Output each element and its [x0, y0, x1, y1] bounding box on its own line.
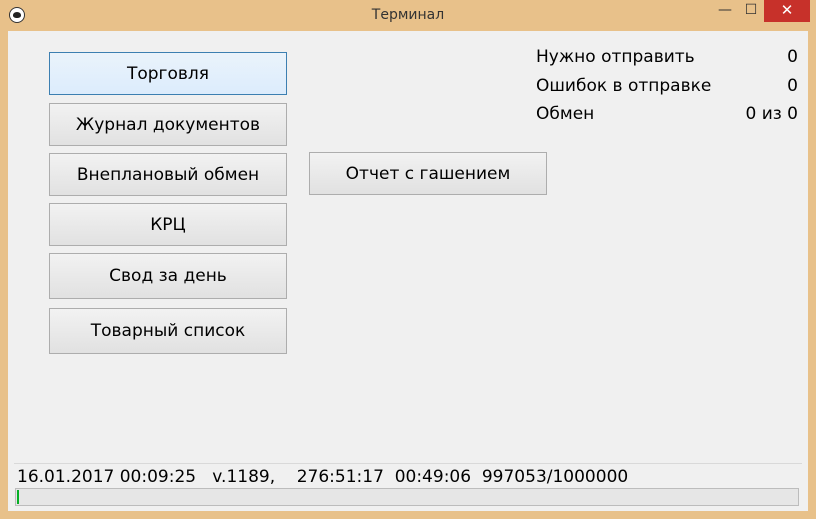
to-send-value: 0: [787, 47, 798, 67]
z-report-button[interactable]: Отчет с гашением: [309, 152, 547, 195]
status-text: 16.01.2017 00:09:25 v.1189, 276:51:17 00…: [17, 467, 629, 487]
goods-list-button[interactable]: Товарный список: [49, 308, 287, 354]
send-errors-value: 0: [787, 76, 798, 96]
main-panel: Торговля Журнал документов Внеплановый о…: [8, 31, 808, 511]
to-send-label: Нужно отправить: [536, 47, 695, 67]
app-window: Терминал — ☐ ✕ Торговля Журнал документо…: [0, 0, 816, 519]
exchange-label: Обмен: [536, 104, 595, 124]
progress-fill: [17, 490, 19, 504]
krc-button[interactable]: КРЦ: [49, 203, 287, 246]
day-summary-button[interactable]: Свод за день: [49, 253, 287, 299]
maximize-button[interactable]: ☐: [738, 0, 764, 22]
journal-button[interactable]: Журнал документов: [49, 103, 287, 146]
exchange-value: 0 из 0: [745, 104, 798, 124]
minimize-button[interactable]: —: [712, 0, 738, 22]
trade-button[interactable]: Торговля: [49, 52, 287, 95]
unplanned-exchange-button[interactable]: Внеплановый обмен: [49, 153, 287, 196]
progress-bar: [15, 488, 799, 506]
status-panel: 16.01.2017 00:09:25 v.1189, 276:51:17 00…: [14, 463, 802, 510]
window-title: Терминал: [371, 7, 445, 23]
close-button[interactable]: ✕: [764, 0, 810, 22]
title-bar[interactable]: Терминал — ☐ ✕: [0, 0, 816, 31]
send-errors-label: Ошибок в отправке: [536, 76, 712, 96]
